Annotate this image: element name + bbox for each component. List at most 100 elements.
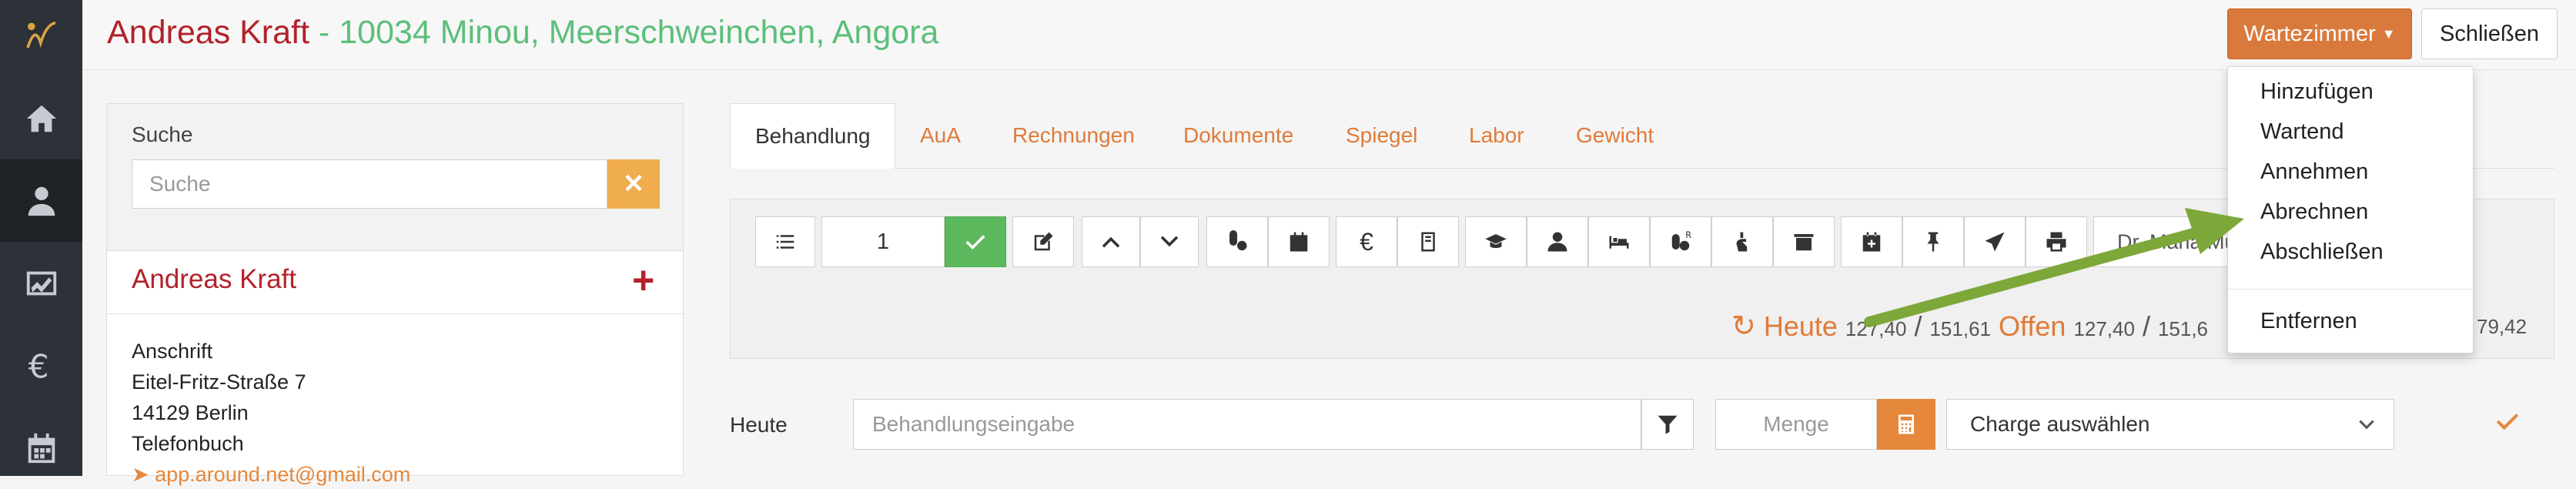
quantity-field[interactable]: Menge [1715, 399, 1877, 450]
patient-panel: Suche Suche ✕ Andreas Kraft + Anschrift … [106, 103, 684, 486]
calendar-icon [1290, 232, 1308, 252]
page-title: Andreas Kraft - 10034 Minou, Meerschwein… [107, 14, 938, 52]
tab-aua[interactable]: AuA [920, 103, 961, 168]
menu-item-hinzufuegen[interactable]: Hinzufügen [2260, 79, 2374, 105]
list-button[interactable] [755, 216, 815, 267]
patient-name: Andreas Kraft [132, 264, 296, 294]
menu-item-entfernen[interactable]: Entfernen [2260, 309, 2357, 334]
calendar-plus-icon [1862, 232, 1881, 252]
send-icon: ➤ [132, 463, 156, 486]
search-input[interactable]: Suche [132, 159, 607, 209]
separator: / [2142, 310, 2150, 342]
sidebar-item-patients[interactable] [0, 159, 82, 242]
menu-item-abrechnen[interactable]: Abrechnen [2260, 199, 2368, 225]
open-label: Offen [1999, 310, 2066, 342]
move-up-button[interactable] [1082, 216, 1140, 267]
sidebar-item-reports[interactable] [0, 242, 82, 324]
bed-icon [1609, 236, 1629, 249]
pin-icon [1927, 232, 1939, 252]
menu-item-abschliessen[interactable]: Abschließen [2260, 239, 2384, 265]
address-city: 14129 Berlin [132, 401, 249, 424]
email-text: app.around.net@gmail.com [155, 463, 411, 486]
check-icon [2496, 414, 2519, 430]
inpatient-button[interactable] [1588, 216, 1650, 267]
euro-icon: € [1360, 227, 1373, 256]
chart-icon [26, 271, 56, 295]
wartezimmer-button[interactable]: Wartezimmer ▼ [2227, 8, 2412, 59]
menu-item-wartend[interactable]: Wartend [2260, 119, 2344, 145]
quantity-placeholder: Menge [1763, 412, 1829, 436]
book-icon [1421, 232, 1435, 252]
send-button[interactable] [1964, 216, 2026, 267]
price-button[interactable]: € [1336, 216, 1397, 267]
appointment-button[interactable] [1268, 216, 1330, 267]
building-icon [1794, 234, 1814, 251]
calculator-button[interactable] [1877, 399, 1935, 450]
pin-button[interactable] [1902, 216, 1964, 267]
add-patient-button[interactable]: + [632, 258, 654, 303]
refresh-icon[interactable]: ↻ [1731, 309, 1756, 343]
plus-icon: + [632, 259, 655, 302]
tab-behandlung[interactable]: Behandlung [730, 103, 896, 169]
print-button[interactable] [2026, 216, 2087, 267]
menu-divider [2228, 289, 2473, 290]
charge-select[interactable]: Charge auswählen [1946, 399, 2394, 450]
check-icon [965, 235, 985, 250]
phone-label: Telefonbuch [132, 432, 244, 455]
education-button[interactable] [1465, 216, 1527, 267]
charge-placeholder: Charge auswählen [1970, 412, 2150, 436]
list-icon [776, 235, 795, 249]
open-total: 151,6 [2157, 317, 2209, 340]
edit-button[interactable] [1012, 216, 1074, 267]
prescription-button[interactable]: R [1650, 216, 1711, 267]
chevron-down-icon [1160, 236, 1179, 247]
filter-button[interactable] [1641, 399, 1694, 450]
close-button[interactable]: Schließen [2421, 8, 2558, 59]
chevron-down-icon [2357, 415, 2377, 440]
pills-r-icon: R [1671, 230, 1691, 251]
submit-entry-button[interactable] [2494, 408, 2521, 438]
tab-dokumente[interactable]: Dokumente [1183, 103, 1293, 168]
tab-spiegel[interactable]: Spiegel [1346, 103, 1417, 168]
home-icon [26, 105, 56, 132]
treatment-input[interactable]: Behandlungseingabe [853, 399, 1641, 450]
summary-right-value: 79,42 [2477, 315, 2527, 338]
archive-button[interactable] [1773, 216, 1835, 267]
sidebar: € [0, 0, 82, 476]
today-label: Heute [1763, 310, 1838, 342]
patient-animal-details: - 10034 Minou, Meerschweinchen, Angora [309, 14, 939, 51]
app-logo[interactable] [0, 0, 82, 77]
tab-labor[interactable]: Labor [1469, 103, 1524, 168]
doctor-icon [28, 186, 55, 216]
entry-label: Heute [730, 413, 788, 437]
add-date-button[interactable] [1841, 216, 1902, 267]
person-button[interactable] [1527, 216, 1588, 267]
address-street: Eitel-Fritz-Straße 7 [132, 370, 306, 394]
separator: / [1914, 310, 1922, 342]
chevron-up-icon [1102, 236, 1120, 248]
confirm-button[interactable] [945, 216, 1006, 267]
sidebar-item-calendar[interactable] [0, 407, 82, 489]
medication-button[interactable] [1206, 216, 1268, 267]
clear-search-button[interactable]: ✕ [607, 159, 660, 209]
page-header: Andreas Kraft - 10034 Minou, Meerschwein… [82, 0, 2576, 70]
print-icon [2046, 232, 2066, 252]
close-button-label: Schließen [2440, 21, 2539, 46]
search-placeholder: Suche [149, 172, 211, 196]
email-link[interactable]: ➤ app.around.net@gmail.com [132, 463, 410, 487]
tab-gewicht[interactable]: Gewicht [1576, 103, 1654, 168]
quantity-value: 1 [876, 229, 890, 254]
euthanasia-button[interactable] [1711, 216, 1773, 267]
caret-down-icon: ▼ [2381, 25, 2396, 42]
wartezimmer-label: Wartezimmer [2243, 21, 2376, 46]
book-button[interactable] [1397, 216, 1459, 267]
sidebar-item-home[interactable] [0, 77, 82, 159]
address-label: Anschrift [132, 340, 213, 363]
quantity-input[interactable]: 1 [821, 216, 945, 267]
open-value: 127,40 [2073, 317, 2135, 340]
sidebar-item-finance[interactable]: € [0, 324, 82, 407]
calculator-icon [1899, 414, 1914, 434]
move-down-button[interactable] [1140, 216, 1199, 267]
tab-rechnungen[interactable]: Rechnungen [1012, 103, 1135, 168]
menu-item-annehmen[interactable]: Annehmen [2260, 159, 2368, 185]
